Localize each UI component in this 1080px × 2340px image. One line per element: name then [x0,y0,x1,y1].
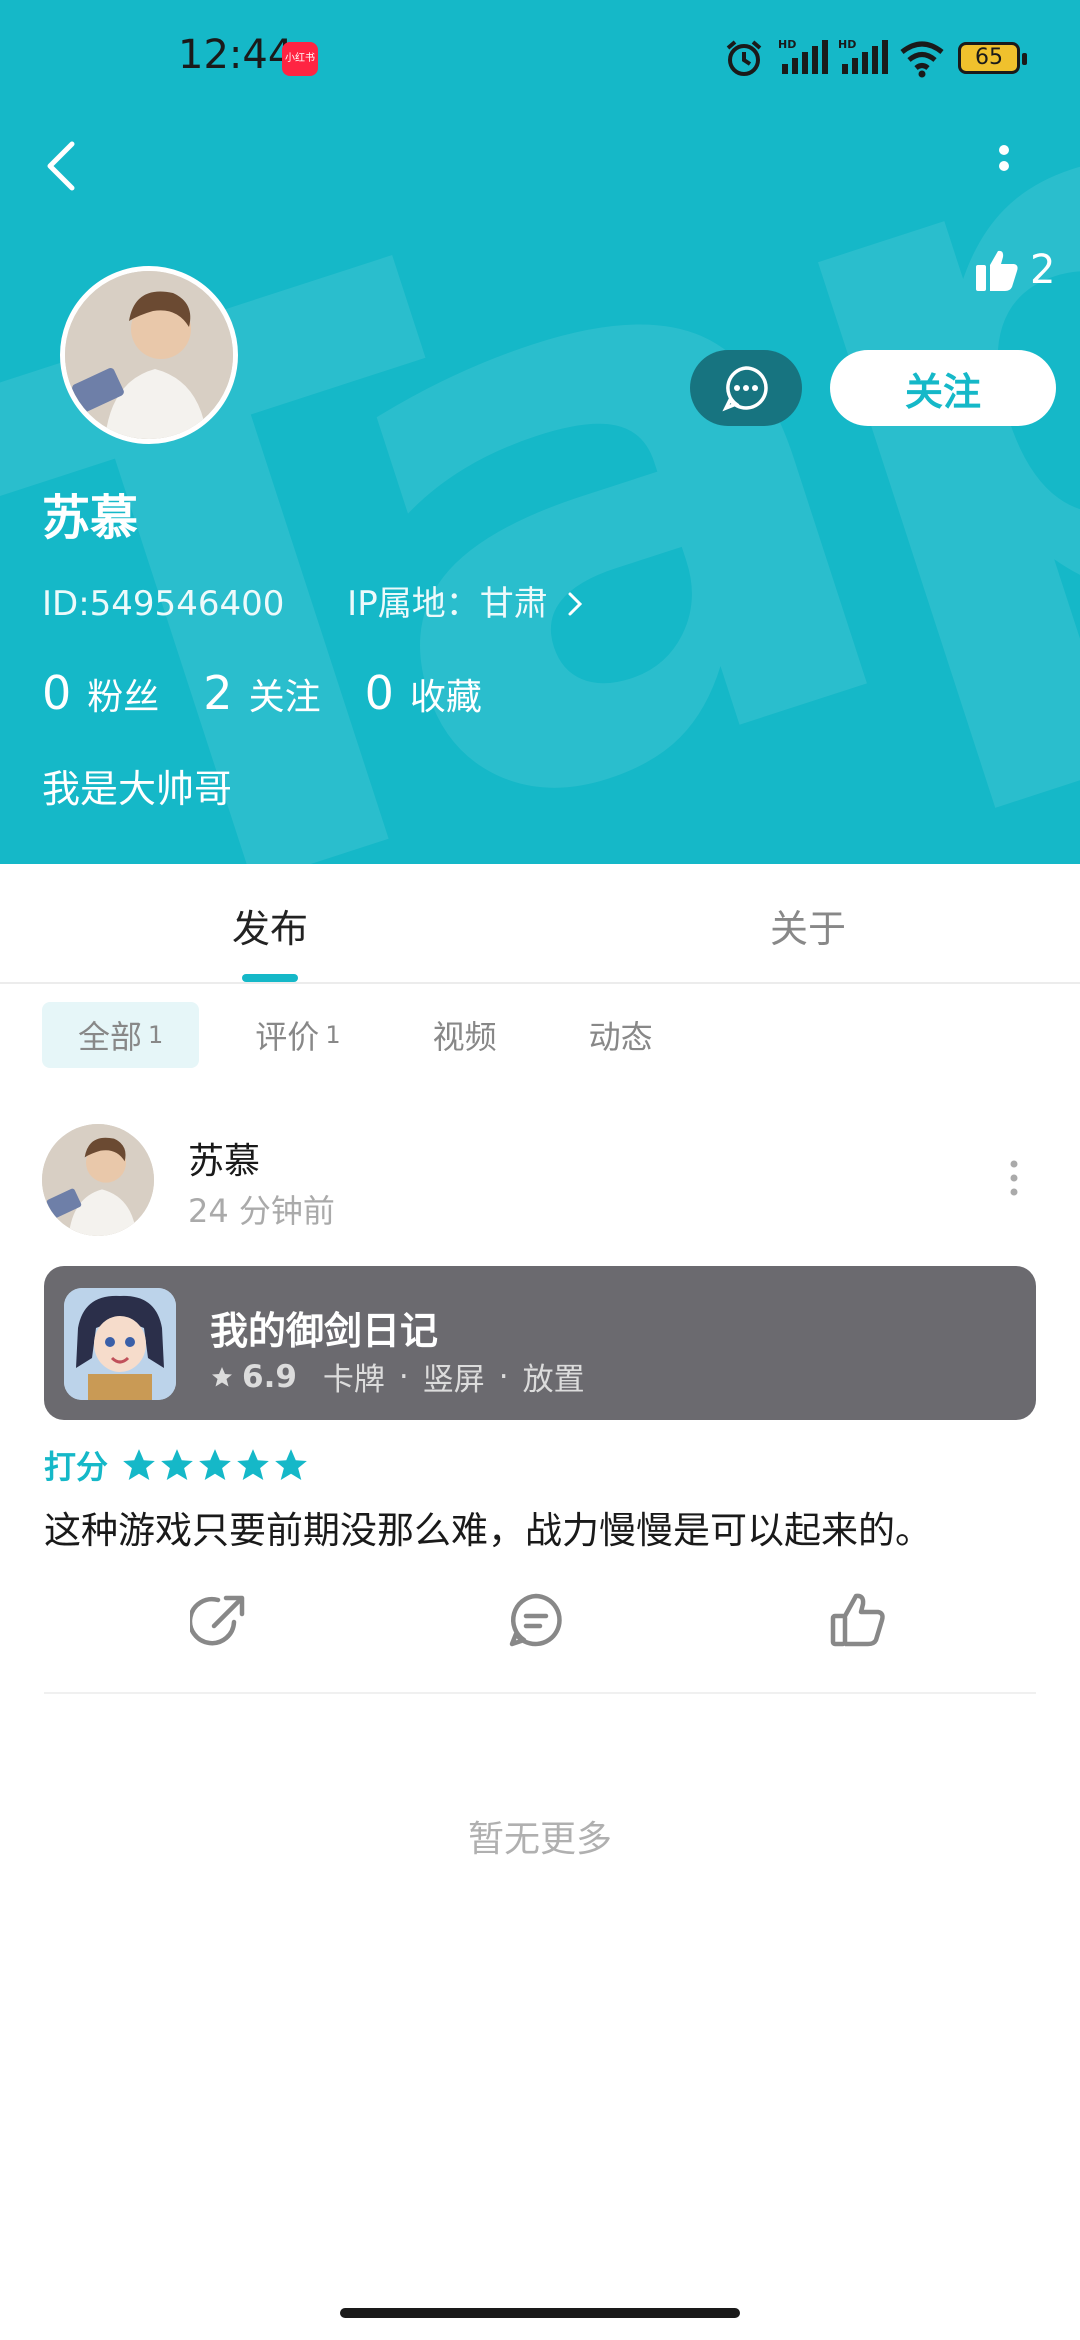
profile-name: 苏慕 [42,490,139,546]
alarm-icon [726,40,762,76]
chip-videos-label: 视频 [432,1018,497,1056]
chip-all[interactable]: 全部 1 [42,1002,200,1068]
signal-icon: HD [778,38,828,74]
game-icon [64,1288,176,1400]
svg-text:HD: HD [778,38,796,51]
ip-location-link[interactable]: IP属地：甘肃 [347,584,584,624]
followers-count[interactable]: 0 [42,666,71,720]
followers-label[interactable]: 粉丝 [87,668,159,720]
user-id: ID:549546400 [42,584,285,624]
rating-star-icon [199,1449,231,1481]
game-score: 6.9 [242,1358,297,1395]
chip-all-count: 1 [148,1021,164,1049]
profile-stats: 0 粉丝 2 关注 0 收藏 [42,666,526,720]
filter-chips: 全部 1 评价 1 视频 动态 [42,1002,709,1068]
chip-moments-label: 动态 [588,1018,653,1056]
share-icon[interactable] [190,1590,250,1650]
back-arrow-icon[interactable] [40,136,84,196]
post-timestamp: 24 分钟前 [188,1192,335,1230]
wifi-icon [900,41,944,78]
likes-count: 2 [1030,247,1056,293]
chip-moments[interactable]: 动态 [553,1002,689,1068]
post-author-name[interactable]: 苏慕 [188,1132,260,1184]
game-tag-1: 卡牌 [322,1362,385,1398]
rating-star-icon [123,1449,155,1481]
rating-stars [120,1446,310,1484]
status-time: 12:44 [178,32,294,78]
star-icon [212,1366,232,1386]
tab-publish[interactable]: 发布 [232,898,308,953]
following-count[interactable]: 2 [203,666,232,720]
chip-reviews-count: 1 [325,1021,341,1049]
profile-info-line: ID:549546400 IP属地：甘肃 [42,576,585,625]
profile-header: Tap 12:44 小红书 HD HD 65 2 关注 苏慕 ID:549546… [0,0,1080,864]
home-indicator[interactable] [340,2308,740,2318]
status-bar: 12:44 小红书 HD HD 65 [0,0,1080,120]
chat-icon [722,366,768,412]
tab-active-indicator [242,974,298,982]
thumbs-up-icon [976,250,1018,291]
battery-level: 65 [975,45,1003,70]
no-more-text: 暂无更多 [467,1819,612,1860]
game-tag-2: 竖屏 [422,1362,485,1398]
chip-reviews-label: 评价 [255,1018,320,1056]
message-button[interactable] [690,350,802,426]
more-options-icon[interactable] [984,136,1024,196]
chip-reviews[interactable]: 评价 1 [219,1002,376,1068]
follow-button[interactable]: 关注 [830,350,1056,426]
game-title: 我的御剑日记 [210,1309,439,1353]
profile-tabs: 发布 关于 [0,864,1080,984]
favorites-label[interactable]: 收藏 [410,668,482,720]
profile-bio: 我是大帅哥 [42,767,233,811]
game-card[interactable]: 我的御剑日记 6.9 卡牌 · 竖屏 · 放置 [44,1266,1036,1420]
rating-star-icon [161,1449,193,1481]
rating-star-icon [275,1449,307,1481]
svg-text:HD: HD [838,38,856,51]
like-icon[interactable] [828,1590,888,1650]
rating-star-icon [237,1449,269,1481]
profile-avatar[interactable] [60,266,238,444]
post-author-avatar[interactable] [42,1124,154,1236]
game-tag-3: 放置 [522,1362,585,1398]
rating-label: 打分 [44,1448,109,1486]
favorites-count[interactable]: 0 [365,666,394,720]
review-text: 这种游戏只要前期没那么难，战力慢慢是可以起来的。 [44,1509,932,1552]
signal-icon-2: HD [838,38,888,74]
rating-row: 打分 [44,1442,310,1488]
chevron-right-icon [568,592,582,616]
battery-icon: 65 [958,42,1027,74]
ip-location: IP属地：甘肃 [347,584,548,624]
chip-all-label: 全部 [78,1018,143,1056]
following-label[interactable]: 关注 [249,668,321,720]
game-meta: 6.9 卡牌 · 竖屏 · 放置 [210,1354,585,1399]
tab-about[interactable]: 关于 [770,898,846,953]
post-divider [44,1692,1036,1694]
chip-videos[interactable]: 视频 [397,1002,533,1068]
likes-counter: 2 [974,242,1055,298]
comment-icon[interactable] [506,1590,566,1650]
post-more-icon[interactable] [1006,1158,1022,1198]
app-notification-icon: 小红书 [282,42,318,76]
